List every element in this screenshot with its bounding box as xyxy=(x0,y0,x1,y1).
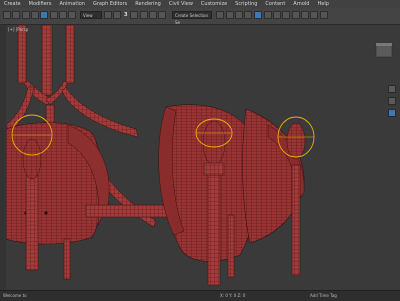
viewport-label[interactable]: [+] [Persp xyxy=(8,27,28,32)
link-icon[interactable] xyxy=(22,11,30,19)
render-cloud-icon[interactable] xyxy=(320,11,328,19)
view-dropdown[interactable]: View xyxy=(80,11,102,19)
menu-scripting[interactable]: Scripting xyxy=(231,0,261,8)
unlink-icon[interactable] xyxy=(31,11,39,19)
leg-center xyxy=(227,214,235,278)
selection-set-input[interactable]: Create Selection Se xyxy=(172,11,212,25)
snap-icon[interactable] xyxy=(130,11,138,19)
schematic-icon[interactable] xyxy=(273,11,281,19)
menu-modifiers[interactable]: Modifiers xyxy=(25,0,56,8)
rotate-icon[interactable] xyxy=(59,11,67,19)
align-icon[interactable] xyxy=(235,11,243,19)
render-setup-icon[interactable] xyxy=(292,11,300,19)
pivot-icon[interactable] xyxy=(104,11,112,19)
nav-zoom-icon[interactable] xyxy=(388,109,396,117)
status-bar: Welcome to X: 0 Y: 0 Z: 0 Add Time Tag xyxy=(0,290,400,301)
perspective-viewport[interactable]: [+] [Persp xyxy=(6,25,400,290)
render-frame-icon[interactable] xyxy=(301,11,309,19)
menu-create[interactable]: Create xyxy=(0,0,25,8)
main-toolbar: View 3 Create Selection Se xyxy=(0,8,400,25)
angle-snap-icon[interactable] xyxy=(140,11,148,19)
nav-pan-icon[interactable] xyxy=(388,85,396,93)
nav-orbit-icon[interactable] xyxy=(388,97,396,105)
scale-icon[interactable] xyxy=(68,11,76,19)
menu-arnold[interactable]: Arnold xyxy=(289,0,313,8)
select-link-icon[interactable] xyxy=(113,11,121,19)
menu-customize[interactable]: Customize xyxy=(197,0,231,8)
menu-rendering[interactable]: Rendering xyxy=(131,0,165,8)
menu-content[interactable]: Content xyxy=(261,0,289,8)
menu-civil-view[interactable]: Civil View xyxy=(165,0,197,8)
curve-editor-icon[interactable] xyxy=(264,11,272,19)
redo-icon[interactable] xyxy=(12,11,20,19)
move-icon[interactable] xyxy=(50,11,58,19)
viewport-scene xyxy=(6,25,393,286)
mirror-icon[interactable] xyxy=(226,11,234,19)
menu-bar: Create Modifiers Animation Graph Editors Ren… xyxy=(0,0,400,8)
leg-left xyxy=(63,238,71,280)
render-icon[interactable] xyxy=(310,11,318,19)
percent-snap-icon[interactable] xyxy=(149,11,157,19)
spinner-snap-icon[interactable] xyxy=(158,11,166,19)
viewcube-icon[interactable] xyxy=(375,43,393,58)
menu-animation[interactable]: Animation xyxy=(55,0,89,8)
layer-icon[interactable] xyxy=(244,11,252,19)
menu-graph-editors[interactable]: Graph Editors xyxy=(89,0,131,8)
left-shade[interactable] xyxy=(6,122,110,245)
material-editor-icon[interactable] xyxy=(282,11,290,19)
edit-named-sets-icon[interactable] xyxy=(216,11,224,19)
arm-center[interactable] xyxy=(85,204,177,218)
snap-toggle[interactable]: 3 xyxy=(124,12,127,18)
menu-help[interactable]: Help xyxy=(313,0,332,8)
select-icon[interactable] xyxy=(40,11,48,19)
undo-icon[interactable] xyxy=(3,11,11,19)
ribbon-icon[interactable] xyxy=(254,11,262,19)
